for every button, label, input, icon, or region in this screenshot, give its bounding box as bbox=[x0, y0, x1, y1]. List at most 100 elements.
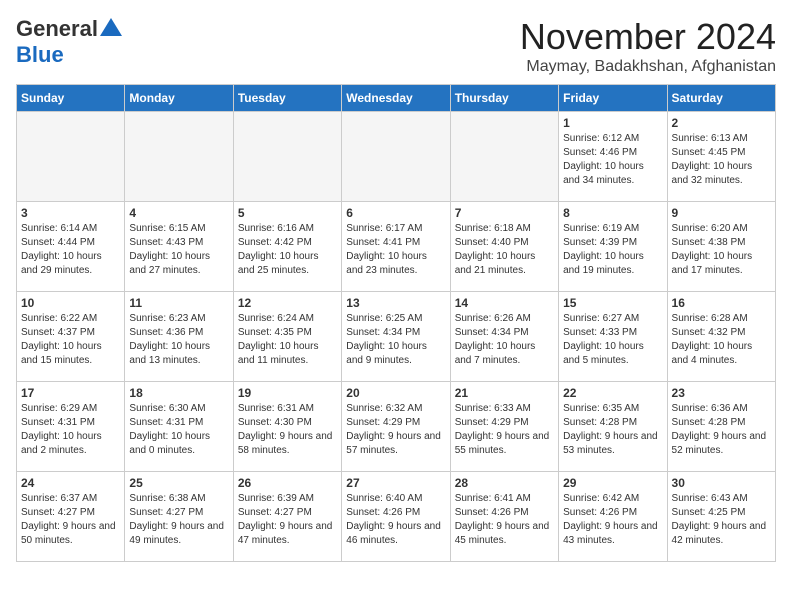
calendar-cell: 9 Sunrise: 6:20 AM Sunset: 4:38 PM Daylig… bbox=[667, 202, 775, 292]
week-row-2: 10 Sunrise: 6:22 AM Sunset: 4:37 PM Dayli… bbox=[17, 292, 776, 382]
week-row-0: 1Sunrise: 6:12 AM Sunset: 4:46 PM Daylig… bbox=[17, 112, 776, 202]
day-info: Sunrise: 6:40 AM Sunset: 4:26 PM Dayligh… bbox=[346, 492, 445, 548]
calendar-cell: 12Sunrise: 6:24 AM Sunset: 4:35 PM Dayli… bbox=[233, 292, 341, 382]
calendar-cell: 4 Sunrise: 6:15 AM Sunset: 4:43 PM Daylig… bbox=[125, 202, 233, 292]
day-number: 5 bbox=[238, 206, 337, 220]
day-info: Sunrise: 6:38 AM Sunset: 4:27 PM Dayligh… bbox=[129, 492, 228, 548]
day-info: Sunrise: 6:15 AM Sunset: 4:43 PM Dayligh… bbox=[129, 222, 228, 278]
day-number: 25 bbox=[129, 476, 228, 490]
calendar-cell: 10 Sunrise: 6:22 AM Sunset: 4:37 PM Dayli… bbox=[17, 292, 125, 382]
week-row-1: 3 Sunrise: 6:14 AM Sunset: 4:44 PM Daylig… bbox=[17, 202, 776, 292]
day-info: Sunrise: 6:36 AM Sunset: 4:28 PM Dayligh… bbox=[672, 402, 771, 458]
day-info: Sunrise: 6:35 AM Sunset: 4:28 PM Dayligh… bbox=[563, 402, 662, 458]
calendar-cell: 3 Sunrise: 6:14 AM Sunset: 4:44 PM Daylig… bbox=[17, 202, 125, 292]
day-number: 12 bbox=[238, 296, 337, 310]
day-number: 23 bbox=[672, 386, 771, 400]
calendar-cell: 18 Sunrise: 6:30 AM Sunset: 4:31 PM Dayli… bbox=[125, 382, 233, 472]
day-info: Sunrise: 6:31 AM Sunset: 4:30 PM Dayligh… bbox=[238, 402, 337, 458]
day-info: Sunrise: 6:28 AM Sunset: 4:32 PM Dayligh… bbox=[672, 312, 771, 368]
day-number: 14 bbox=[455, 296, 554, 310]
day-number: 20 bbox=[346, 386, 445, 400]
day-number: 26 bbox=[238, 476, 337, 490]
day-info: Sunrise: 6:14 AM Sunset: 4:44 PM Dayligh… bbox=[21, 222, 120, 278]
calendar-cell: 14 Sunrise: 6:26 AM Sunset: 4:34 PM Dayli… bbox=[450, 292, 558, 382]
day-number: 28 bbox=[455, 476, 554, 490]
day-number: 10 bbox=[21, 296, 120, 310]
calendar-cell bbox=[342, 112, 450, 202]
calendar-cell: 2 Sunrise: 6:13 AM Sunset: 4:45 PM Daylig… bbox=[667, 112, 775, 202]
day-info: Sunrise: 6:13 AM Sunset: 4:45 PM Dayligh… bbox=[672, 132, 771, 188]
calendar-cell: 8 Sunrise: 6:19 AM Sunset: 4:39 PM Daylig… bbox=[559, 202, 667, 292]
day-number: 4 bbox=[129, 206, 228, 220]
calendar-cell: 30 Sunrise: 6:43 AM Sunset: 4:25 PM Dayli… bbox=[667, 472, 775, 562]
day-info: Sunrise: 6:22 AM Sunset: 4:37 PM Dayligh… bbox=[21, 312, 120, 368]
day-number: 11 bbox=[129, 296, 228, 310]
day-info: Sunrise: 6:17 AM Sunset: 4:41 PM Dayligh… bbox=[346, 222, 445, 278]
calendar-cell: 25 Sunrise: 6:38 AM Sunset: 4:27 PM Dayli… bbox=[125, 472, 233, 562]
calendar-cell: 22 Sunrise: 6:35 AM Sunset: 4:28 PM Dayli… bbox=[559, 382, 667, 472]
day-number: 18 bbox=[129, 386, 228, 400]
calendar-cell: 27Sunrise: 6:40 AM Sunset: 4:26 PM Dayli… bbox=[342, 472, 450, 562]
calendar-cell: 11 Sunrise: 6:23 AM Sunset: 4:36 PM Dayli… bbox=[125, 292, 233, 382]
day-info: Sunrise: 6:19 AM Sunset: 4:39 PM Dayligh… bbox=[563, 222, 662, 278]
calendar-cell: 24Sunrise: 6:37 AM Sunset: 4:27 PM Dayli… bbox=[17, 472, 125, 562]
calendar-cell: 15Sunrise: 6:27 AM Sunset: 4:33 PM Dayli… bbox=[559, 292, 667, 382]
day-number: 30 bbox=[672, 476, 771, 490]
month-title: November 2024 bbox=[520, 16, 776, 58]
calendar-cell: 16 Sunrise: 6:28 AM Sunset: 4:32 PM Dayli… bbox=[667, 292, 775, 382]
day-number: 2 bbox=[672, 116, 771, 130]
day-number: 8 bbox=[563, 206, 662, 220]
logo: General Blue bbox=[16, 16, 122, 68]
day-number: 3 bbox=[21, 206, 120, 220]
header-thursday: Thursday bbox=[450, 85, 558, 112]
calendar-cell: 6 Sunrise: 6:17 AM Sunset: 4:41 PM Daylig… bbox=[342, 202, 450, 292]
calendar-cell: 19Sunrise: 6:31 AM Sunset: 4:30 PM Dayli… bbox=[233, 382, 341, 472]
header-wednesday: Wednesday bbox=[342, 85, 450, 112]
calendar-cell bbox=[450, 112, 558, 202]
header-friday: Friday bbox=[559, 85, 667, 112]
day-info: Sunrise: 6:23 AM Sunset: 4:36 PM Dayligh… bbox=[129, 312, 228, 368]
calendar-header-row: SundayMondayTuesdayWednesdayThursdayFrid… bbox=[17, 85, 776, 112]
calendar-cell: 20Sunrise: 6:32 AM Sunset: 4:29 PM Dayli… bbox=[342, 382, 450, 472]
calendar-cell: 23 Sunrise: 6:36 AM Sunset: 4:28 PM Dayli… bbox=[667, 382, 775, 472]
day-info: Sunrise: 6:16 AM Sunset: 4:42 PM Dayligh… bbox=[238, 222, 337, 278]
calendar-cell: 29Sunrise: 6:42 AM Sunset: 4:26 PM Dayli… bbox=[559, 472, 667, 562]
week-row-3: 17 Sunrise: 6:29 AM Sunset: 4:31 PM Dayli… bbox=[17, 382, 776, 472]
calendar-cell: 5 Sunrise: 6:16 AM Sunset: 4:42 PM Daylig… bbox=[233, 202, 341, 292]
day-number: 22 bbox=[563, 386, 662, 400]
logo-arrow-icon bbox=[100, 18, 122, 36]
calendar-cell bbox=[17, 112, 125, 202]
calendar-table: SundayMondayTuesdayWednesdayThursdayFrid… bbox=[16, 84, 776, 562]
day-number: 17 bbox=[21, 386, 120, 400]
header-tuesday: Tuesday bbox=[233, 85, 341, 112]
calendar-cell: 26 Sunrise: 6:39 AM Sunset: 4:27 PM Dayli… bbox=[233, 472, 341, 562]
day-info: Sunrise: 6:25 AM Sunset: 4:34 PM Dayligh… bbox=[346, 312, 445, 368]
week-row-4: 24Sunrise: 6:37 AM Sunset: 4:27 PM Dayli… bbox=[17, 472, 776, 562]
header-monday: Monday bbox=[125, 85, 233, 112]
header-sunday: Sunday bbox=[17, 85, 125, 112]
day-number: 21 bbox=[455, 386, 554, 400]
day-info: Sunrise: 6:43 AM Sunset: 4:25 PM Dayligh… bbox=[672, 492, 771, 548]
calendar-cell: 21Sunrise: 6:33 AM Sunset: 4:29 PM Dayli… bbox=[450, 382, 558, 472]
calendar-cell bbox=[233, 112, 341, 202]
day-info: Sunrise: 6:29 AM Sunset: 4:31 PM Dayligh… bbox=[21, 402, 120, 458]
day-number: 9 bbox=[672, 206, 771, 220]
day-number: 7 bbox=[455, 206, 554, 220]
calendar-cell: 1Sunrise: 6:12 AM Sunset: 4:46 PM Daylig… bbox=[559, 112, 667, 202]
title-block: November 2024 Maymay, Badakhshan, Afghan… bbox=[520, 16, 776, 76]
calendar-cell: 28Sunrise: 6:41 AM Sunset: 4:26 PM Dayli… bbox=[450, 472, 558, 562]
day-info: Sunrise: 6:20 AM Sunset: 4:38 PM Dayligh… bbox=[672, 222, 771, 278]
day-number: 6 bbox=[346, 206, 445, 220]
day-number: 16 bbox=[672, 296, 771, 310]
header-saturday: Saturday bbox=[667, 85, 775, 112]
day-info: Sunrise: 6:12 AM Sunset: 4:46 PM Dayligh… bbox=[563, 132, 662, 188]
day-info: Sunrise: 6:27 AM Sunset: 4:33 PM Dayligh… bbox=[563, 312, 662, 368]
day-info: Sunrise: 6:30 AM Sunset: 4:31 PM Dayligh… bbox=[129, 402, 228, 458]
day-number: 13 bbox=[346, 296, 445, 310]
day-info: Sunrise: 6:39 AM Sunset: 4:27 PM Dayligh… bbox=[238, 492, 337, 548]
day-info: Sunrise: 6:42 AM Sunset: 4:26 PM Dayligh… bbox=[563, 492, 662, 548]
day-info: Sunrise: 6:26 AM Sunset: 4:34 PM Dayligh… bbox=[455, 312, 554, 368]
location: Maymay, Badakhshan, Afghanistan bbox=[520, 58, 776, 76]
calendar-cell: 7Sunrise: 6:18 AM Sunset: 4:40 PM Daylig… bbox=[450, 202, 558, 292]
logo-blue-text: Blue bbox=[16, 42, 64, 67]
